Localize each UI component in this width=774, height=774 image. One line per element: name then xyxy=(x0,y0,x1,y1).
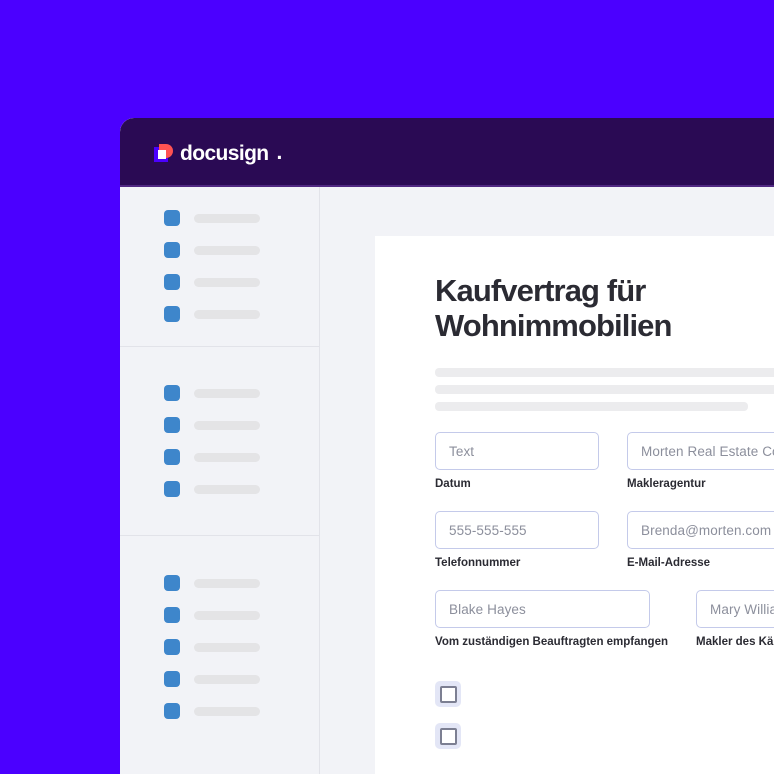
document-title: Kaufvertrag für Wohnimmobilien xyxy=(435,273,672,343)
makleragentur-input[interactable]: Morten Real Estate Company xyxy=(627,432,774,471)
sidebar-item[interactable] xyxy=(120,377,319,409)
app-header-bar: docusign . xyxy=(120,118,774,187)
makleragentur-label: Makleragentur xyxy=(627,478,706,491)
field-makler-kaeufer: Mary Williams Makler des Käufers xyxy=(696,590,774,648)
sidebar-item-label-placeholder xyxy=(194,309,260,319)
app-window: docusign . Kaufvertrag für Wohnimmobilie… xyxy=(120,118,774,774)
sidebar-item[interactable] xyxy=(120,695,319,727)
sidebar-item[interactable] xyxy=(120,266,319,298)
sidebar-item-label-placeholder xyxy=(194,642,260,652)
field-telefonnummer: 555-555-555 Telefonnummer xyxy=(435,511,599,569)
makler-kaeufer-input-value: Mary Williams xyxy=(710,601,774,617)
sidebar-item-label-placeholder xyxy=(194,610,260,620)
placeholder-line xyxy=(435,368,774,378)
placeholder-line xyxy=(435,402,748,412)
square-icon xyxy=(164,306,180,322)
empfangen-label: Vom zuständigen Beauftragten empfangen xyxy=(435,636,669,649)
field-row: Text Datum Morten Real Estate Company xyxy=(435,432,774,490)
checkbox-row xyxy=(435,722,774,750)
sidebar-item-label-placeholder xyxy=(194,420,260,430)
makleragentur-input-value: Morten Real Estate Company xyxy=(641,443,774,459)
field-row: Blake Hayes Vom zuständigen Beauftragten… xyxy=(435,590,774,648)
field-row: 555-555-555 Telefonnummer Brenda@morten.… xyxy=(435,511,774,569)
square-icon xyxy=(164,671,180,687)
square-icon xyxy=(164,575,180,591)
brand-wordmark: docusign xyxy=(180,141,269,165)
sidebar-item-label-placeholder xyxy=(194,706,260,716)
telefonnummer-input-value: 555-555-555 xyxy=(449,522,527,538)
sidebar xyxy=(120,187,320,774)
sidebar-item-label-placeholder xyxy=(194,578,260,588)
sidebar-item-label-placeholder xyxy=(194,452,260,462)
email-input-value: Brenda@morten.com xyxy=(641,522,772,538)
sidebar-item[interactable] xyxy=(120,599,319,631)
sidebar-item-label-placeholder xyxy=(194,245,260,255)
field-empfangen: Blake Hayes Vom zuständigen Beauftragten… xyxy=(435,590,668,648)
square-icon xyxy=(164,274,180,290)
sidebar-item[interactable] xyxy=(120,202,319,234)
document-viewer: Kaufvertrag für Wohnimmobilien Text Datu… xyxy=(321,187,774,774)
square-icon xyxy=(164,449,180,465)
placeholder-line xyxy=(435,385,774,395)
checkbox-section xyxy=(435,680,774,750)
square-icon xyxy=(164,639,180,655)
docusign-logo-icon xyxy=(154,143,173,163)
field-email: Brenda@morten.com E-Mail-Adresse xyxy=(627,511,774,569)
makler-kaeufer-label: Makler des Käufers xyxy=(696,636,774,649)
sidebar-group-2 xyxy=(120,346,319,535)
square-icon xyxy=(164,210,180,226)
sidebar-item-label-placeholder xyxy=(194,674,260,684)
square-icon xyxy=(164,385,180,401)
square-icon xyxy=(164,481,180,497)
sidebar-group-1 xyxy=(120,187,319,346)
datum-input-value: Text xyxy=(449,443,475,459)
sidebar-item[interactable] xyxy=(120,663,319,695)
document-page: Kaufvertrag für Wohnimmobilien Text Datu… xyxy=(375,236,774,774)
square-icon xyxy=(164,703,180,719)
field-datum: Text Datum xyxy=(435,432,599,490)
sidebar-item[interactable] xyxy=(120,631,319,663)
field-makleragentur: Morten Real Estate Company Makleragentur xyxy=(627,432,774,490)
sidebar-item[interactable] xyxy=(120,567,319,599)
sidebar-item-label-placeholder xyxy=(194,484,260,494)
datum-label: Datum xyxy=(435,478,471,491)
sidebar-item[interactable] xyxy=(120,473,319,505)
telefonnummer-label: Telefonnummer xyxy=(435,557,521,570)
checkbox-row xyxy=(435,680,774,708)
sidebar-item-label-placeholder xyxy=(194,213,260,223)
screenshot-canvas: docusign . Kaufvertrag für Wohnimmobilie… xyxy=(0,0,774,774)
paragraph-placeholder xyxy=(435,368,774,412)
sidebar-item[interactable] xyxy=(120,234,319,266)
sidebar-item[interactable] xyxy=(120,298,319,330)
sidebar-item[interactable] xyxy=(120,409,319,441)
empfangen-input-value: Blake Hayes xyxy=(449,601,526,617)
docusign-brand-logo[interactable]: docusign . xyxy=(154,141,282,165)
email-label: E-Mail-Adresse xyxy=(627,557,711,570)
sidebar-item-label-placeholder xyxy=(194,388,260,398)
email-input[interactable]: Brenda@morten.com xyxy=(627,511,774,550)
datum-input[interactable]: Text xyxy=(435,432,599,471)
telefonnummer-input[interactable]: 555-555-555 xyxy=(435,511,599,550)
checkbox-unchecked-icon[interactable] xyxy=(435,681,461,708)
square-icon xyxy=(164,607,180,623)
empfangen-input[interactable]: Blake Hayes xyxy=(435,590,650,629)
square-icon xyxy=(164,417,180,433)
sidebar-item[interactable] xyxy=(120,441,319,473)
checkbox-unchecked-icon[interactable] xyxy=(435,723,461,750)
sidebar-item-label-placeholder xyxy=(194,277,260,287)
square-icon xyxy=(164,242,180,258)
makler-kaeufer-input[interactable]: Mary Williams xyxy=(696,590,774,629)
brand-trademark: . xyxy=(276,141,283,164)
sidebar-group-3 xyxy=(120,535,319,747)
